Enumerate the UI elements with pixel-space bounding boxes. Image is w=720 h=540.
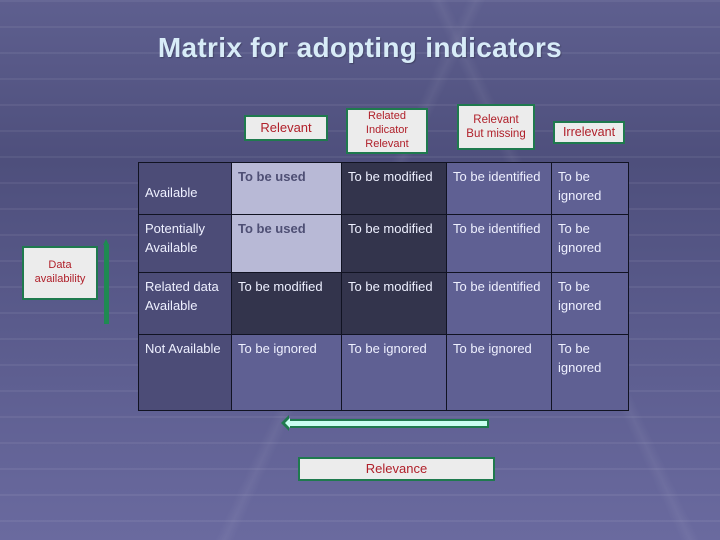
data-availability-label: Data availability (22, 246, 98, 300)
matrix-cell: To be ignored (446, 334, 552, 411)
relevance-arrow-icon (281, 415, 489, 431)
row-label: Potentially Available (138, 214, 232, 273)
matrix-cell: To be identified (446, 272, 552, 335)
row-label: Related data Available (138, 272, 232, 335)
matrix-cell: To be ignored (551, 162, 629, 215)
relevance-label: Relevance (298, 457, 495, 481)
header-line: Related (368, 110, 406, 123)
row-label-line: Related data (145, 279, 219, 294)
header-line: Relevant (365, 137, 409, 150)
row-label: Available (138, 162, 232, 215)
header-line: Relevant (473, 113, 519, 126)
matrix-cell: To be modified (231, 272, 342, 335)
column-header-related-indicator-relevant: Related Indicator Relevant (346, 108, 428, 154)
row-label-line: Available (145, 298, 198, 313)
matrix-row-potentially-available: Potentially Available To be used To be m… (138, 214, 629, 273)
matrix-cell: To be used (231, 162, 342, 215)
data-availability-arrow-icon (103, 239, 109, 324)
matrix-cell: To be modified (341, 162, 447, 215)
matrix-cell: To be modified (341, 214, 447, 273)
adoption-matrix: Available To be used To be modified To b… (138, 162, 629, 411)
matrix-cell: To be ignored (231, 334, 342, 411)
matrix-cell: To be modified (341, 272, 447, 335)
matrix-cell: To be ignored (551, 214, 629, 273)
row-label: Not Available (138, 334, 232, 411)
matrix-cell: To be ignored (341, 334, 447, 411)
column-header-relevant: Relevant (244, 115, 328, 141)
axis-label-line: Data (48, 259, 72, 272)
matrix-cell: To be identified (446, 162, 552, 215)
matrix-cell: To be identified (446, 214, 552, 273)
column-header-relevant-but-missing: Relevant But missing (457, 104, 535, 150)
slide-title: Matrix for adopting indicators (157, 32, 563, 63)
header-line: Indicator (365, 124, 409, 137)
matrix-cell: To be ignored (551, 272, 629, 335)
row-label-line: Available (145, 240, 198, 255)
matrix-row-related-data-available: Related data Available To be modified To… (138, 272, 629, 335)
matrix-cell: To be used (231, 214, 342, 273)
header-line: But missing (466, 128, 526, 140)
matrix-row-not-available: Not Available To be ignored To be ignore… (138, 334, 629, 411)
row-label-line: Potentially (145, 221, 205, 236)
matrix-cell: To be ignored (551, 334, 629, 411)
column-header-irrelevant: Irrelevant (553, 121, 625, 144)
axis-label-line: availability (34, 273, 86, 285)
matrix-row-available: Available To be used To be modified To b… (138, 162, 629, 215)
